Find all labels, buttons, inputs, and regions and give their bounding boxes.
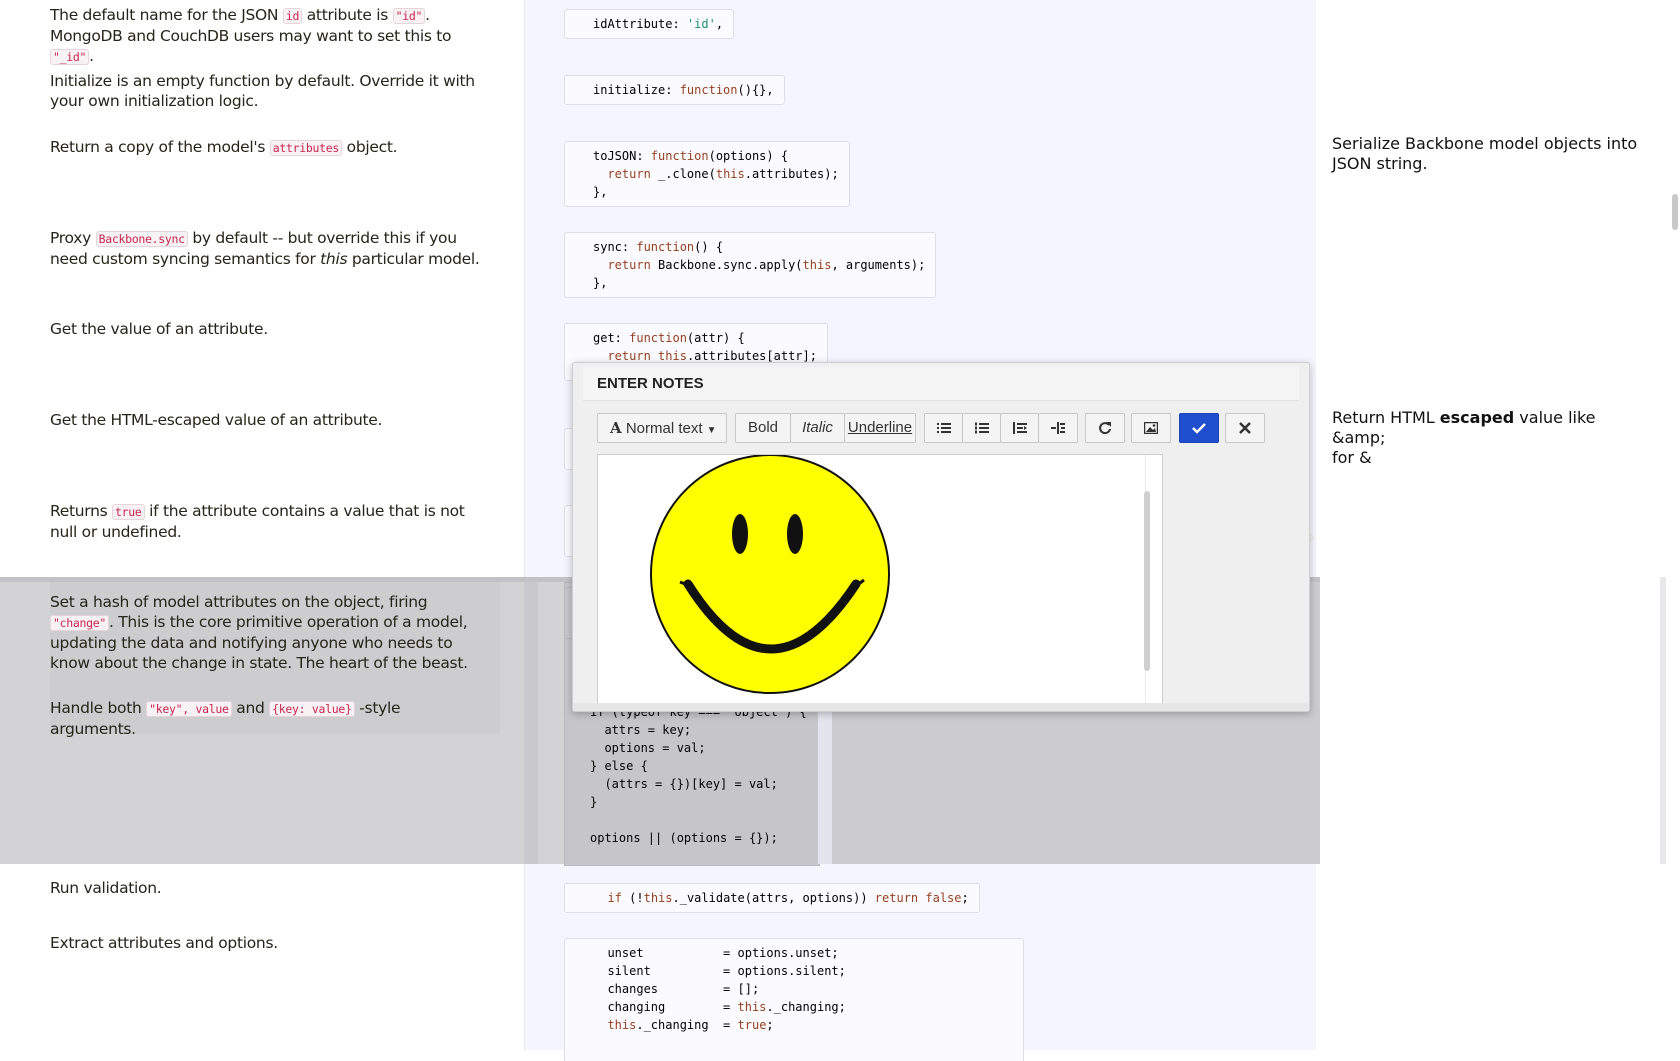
modal-title: ENTER NOTES: [583, 367, 1299, 401]
bold-button[interactable]: Bold: [735, 413, 791, 443]
save-notes-button[interactable]: [1179, 413, 1219, 443]
doc-tojson: Return a copy of the model's attributes …: [50, 138, 398, 156]
code-sync: sync: function() { return Backbone.sync.…: [564, 232, 937, 298]
doc-id-attribute: The default name for the JSON id attribu…: [50, 6, 452, 65]
indent-icon: [1051, 422, 1065, 435]
code-set-body: if (typeof key === 'object') { attrs = k…: [590, 705, 807, 845]
doc-get: Get the value of an attribute.: [50, 320, 268, 338]
code-tojson: toJSON: function(options) { return _.clo…: [564, 141, 850, 207]
italic-button[interactable]: Italic: [790, 413, 845, 443]
doc-set-args: Handle both "key", value and {key: value…: [50, 699, 401, 738]
redo-button[interactable]: [1085, 413, 1125, 443]
caret-down-icon: ▼: [706, 425, 717, 436]
secondary-scrollbar[interactable]: [1660, 577, 1666, 864]
code-extract: unset = options.unset; silent = options.…: [564, 938, 1024, 1061]
insert-image-button[interactable]: [1131, 413, 1171, 443]
doc-initialize: Initialize is an empty function by defau…: [50, 72, 475, 110]
image-icon: [1143, 421, 1159, 435]
font-icon: A: [610, 419, 622, 437]
doc-validation: Run validation.: [50, 879, 162, 897]
doc-escape: Get the HTML-escaped value of an attribu…: [50, 411, 383, 429]
code-validate: if (!this._validate(attrs, options)) ret…: [564, 883, 980, 913]
doc-extract: Extract attributes and options.: [50, 934, 278, 952]
modal-footer: [573, 703, 1309, 711]
list-ordered-icon: [974, 422, 989, 434]
ordered-list-button[interactable]: [962, 413, 1001, 443]
close-notes-button[interactable]: [1225, 413, 1265, 443]
outdent-icon: [1012, 422, 1027, 435]
code-idattribute: idAttribute: 'id',: [564, 9, 735, 39]
outdent-button[interactable]: [1000, 413, 1039, 443]
page-scrollbar-thumb[interactable]: [1672, 194, 1678, 230]
editor-scrollbar-thumb[interactable]: [1144, 491, 1150, 671]
doc-set: Set a hash of model attributes on the ob…: [50, 593, 468, 672]
side-note-tojson[interactable]: Serialize Backbone model objects into JS…: [1332, 134, 1642, 174]
doc-has: Returns true if the attribute contains a…: [50, 502, 465, 541]
underline-button[interactable]: Underline: [844, 413, 916, 443]
bullet-list-button[interactable]: [924, 413, 963, 443]
close-icon: [1239, 422, 1251, 434]
notes-editor[interactable]: [597, 454, 1163, 704]
notes-modal: ENTER NOTES A Normal text ▼ Bold Italic …: [572, 362, 1310, 712]
list-unordered-icon: [936, 423, 951, 434]
doc-sync: Proxy Backbone.sync by default -- but ov…: [50, 229, 480, 268]
redo-icon: [1099, 422, 1111, 435]
selected-gutter: [524, 582, 538, 864]
smiley-face-image[interactable]: [650, 454, 896, 700]
side-note-escape[interactable]: Return HTML escaped value like &amp; for…: [1332, 408, 1642, 468]
indent-button[interactable]: [1038, 413, 1078, 443]
code-initialize: initialize: function(){},: [564, 75, 785, 105]
check-icon: [1192, 423, 1206, 434]
format-dropdown[interactable]: A Normal text ▼: [597, 413, 727, 443]
page-scrollbar[interactable]: [1666, 0, 1680, 1050]
